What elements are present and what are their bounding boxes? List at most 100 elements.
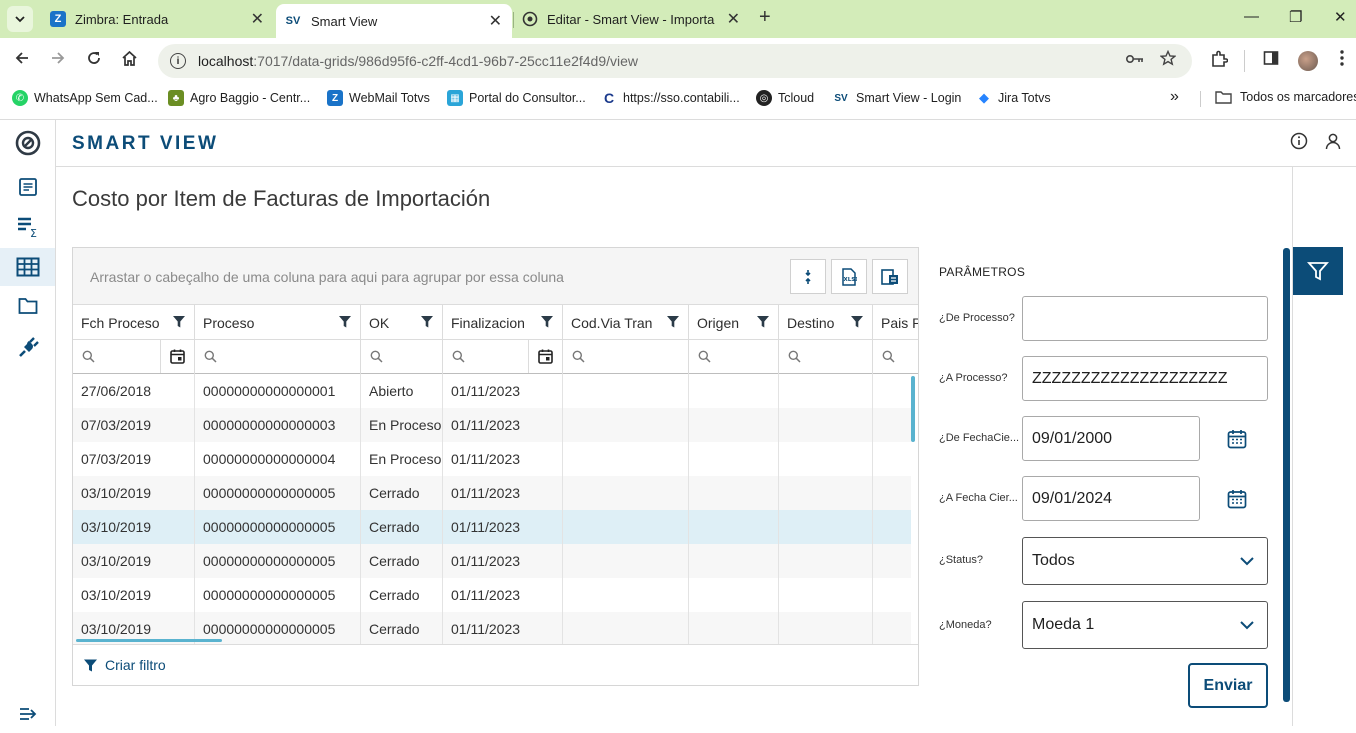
column-filter-input[interactable] [563,340,689,374]
status-value: Todos [1032,552,1075,569]
column-filter-input[interactable] [779,340,873,374]
browser-tab-zimbra[interactable]: Z Zimbra: Entrada ✕ [42,4,274,34]
close-tab-icon[interactable]: ✕ [727,9,740,29]
column-filter-icon[interactable] [338,315,352,332]
bookmark-portal-consultor[interactable]: ▦ Portal do Consultor... [447,90,586,106]
column-filter-input[interactable] [195,340,361,374]
close-tab-icon[interactable]: ✕ [489,11,502,31]
calendar-icon[interactable] [1227,489,1247,514]
table-row[interactable]: 03/10/2019 00000000000000005 Cerrado 01/11/… [73,510,911,544]
home-button[interactable] [121,50,138,72]
table-row[interactable]: 07/03/2019 00000000000000004 En Proceso 01/… [73,442,911,476]
minimize-button[interactable]: — [1244,8,1259,25]
table-row[interactable]: 07/03/2019 00000000000000003 En Proceso 01/… [73,408,911,442]
browser-tab-smart-view[interactable]: SV Smart View ✕ [276,4,512,38]
address-bar[interactable]: i localhost:7017/data-grids/986d95f6-c2f… [158,44,1192,78]
column-header[interactable]: Cod.Via Tran [563,305,689,340]
browser-menu-icon[interactable] [1340,50,1344,71]
sidebar-item-folders[interactable] [0,287,55,325]
close-window-button[interactable]: ✕ [1334,8,1347,26]
bookmark-smart-view-login[interactable]: SV Smart View - Login [832,90,961,106]
calendar-icon[interactable] [528,340,562,373]
back-button[interactable] [14,50,30,71]
column-filter-input[interactable] [73,340,195,374]
table-cell [873,374,911,408]
new-tab-button[interactable]: + [759,6,771,29]
column-filter-input[interactable] [689,340,779,374]
de-fecha-input[interactable]: 09/01/2000 [1022,416,1200,461]
compress-arrows-icon [805,269,811,284]
table-cell [563,510,689,544]
submit-button[interactable]: Enviar [1188,663,1268,708]
all-bookmarks-button[interactable]: Todos os marcadores [1215,90,1356,104]
column-header[interactable]: Fch Proceso [73,305,195,340]
column-filter-icon[interactable] [850,315,864,332]
bookmark-agro-baggio[interactable]: ♣ Agro Baggio - Centr... [168,90,310,106]
restore-button[interactable]: ❐ [1289,8,1302,26]
column-header[interactable]: OK [361,305,443,340]
calendar-icon[interactable] [1227,429,1247,454]
profile-avatar[interactable] [1298,51,1318,71]
compact-rows-button[interactable] [790,259,826,294]
table-row[interactable]: 03/10/2019 00000000000000005 Cerrado 01/11/… [73,476,911,510]
site-info-icon[interactable]: i [170,53,186,69]
parameters-scrollbar[interactable] [1283,248,1290,702]
bookmark-jira[interactable]: ◆ Jira Totvs [976,90,1051,106]
bookmark-star-icon[interactable] [1159,49,1177,70]
column-header[interactable]: Finalizacion [443,305,563,340]
column-filter-icon[interactable] [420,315,434,332]
column-filter-input[interactable] [443,340,563,374]
column-header[interactable]: Proceso [195,305,361,340]
reload-button[interactable] [86,50,102,71]
user-icon[interactable] [1324,132,1342,155]
status-select[interactable]: Todos [1022,537,1268,585]
vertical-scrollbar[interactable] [911,376,915,442]
column-filter-input[interactable] [361,340,443,374]
column-filter-icon[interactable] [666,315,680,332]
column-chooser-button[interactable] [872,259,908,294]
close-tab-icon[interactable]: ✕ [251,9,264,29]
a-processo-input[interactable]: ZZZZZZZZZZZZZZZZZZZZ [1022,356,1268,401]
a-fecha-input[interactable]: 09/01/2024 [1022,476,1200,521]
browser-tab-editar[interactable]: Editar - Smart View - Importaci ✕ [514,4,750,34]
group-panel[interactable]: Arrastar o cabeçalho de uma coluna para … [73,248,918,305]
column-filter-icon[interactable] [756,315,770,332]
create-filter-button[interactable]: Criar filtro [83,657,166,673]
filter-panel-toggle[interactable] [1293,247,1343,295]
bookmark-webmail[interactable]: Z WebMail Totvs [327,90,430,106]
sidebar-item-data-grids[interactable] [0,248,55,286]
password-key-icon[interactable] [1125,52,1144,69]
export-xlsx-button[interactable]: XLSX [831,259,867,294]
expand-menu-button[interactable] [0,695,55,733]
tab-search-button[interactable] [7,6,33,32]
column-header[interactable]: Pais P [873,305,918,340]
side-panel-icon[interactable] [1263,50,1279,71]
totvs-logo[interactable] [0,124,55,162]
bookmark-tcloud[interactable]: ◎ Tcloud [756,90,814,106]
bookmark-sso[interactable]: C https://sso.contabili... [601,90,740,106]
column-filter-icon[interactable] [172,315,186,332]
bookmark-whatsapp[interactable]: ✆ WhatsApp Sem Cad... [12,90,158,106]
moneda-select[interactable]: Moeda 1 [1022,601,1268,649]
column-filter-icon[interactable] [540,315,554,332]
more-bookmarks-button[interactable]: » [1170,88,1179,106]
de-processo-input[interactable] [1022,296,1268,341]
column-header[interactable]: Origen [689,305,779,340]
info-icon[interactable] [1290,132,1308,155]
horizontal-scrollbar[interactable] [76,639,222,642]
table-row[interactable]: 27/06/2018 00000000000000001 Abierto 01/11/… [73,374,911,408]
table-row[interactable]: 03/10/2019 00000000000000005 Cerrado 01/11/… [73,578,911,612]
sidebar-item-connectors[interactable] [0,329,55,367]
sidebar-item-reports[interactable] [0,168,55,206]
table-cell [563,578,689,612]
extensions-icon[interactable] [1210,50,1229,73]
table-cell: 00000000000000005 [195,578,361,612]
column-header[interactable]: Destino [779,305,873,340]
tab-divider [513,12,514,28]
sidebar-item-analysis[interactable]: Σ [0,208,55,246]
forward-button[interactable] [50,50,66,71]
column-filter-input[interactable] [873,340,918,374]
table-row[interactable]: 03/10/2019 00000000000000005 Cerrado 01/11/… [73,544,911,578]
bookmark-label: WebMail Totvs [349,91,430,105]
calendar-icon[interactable] [160,340,194,373]
